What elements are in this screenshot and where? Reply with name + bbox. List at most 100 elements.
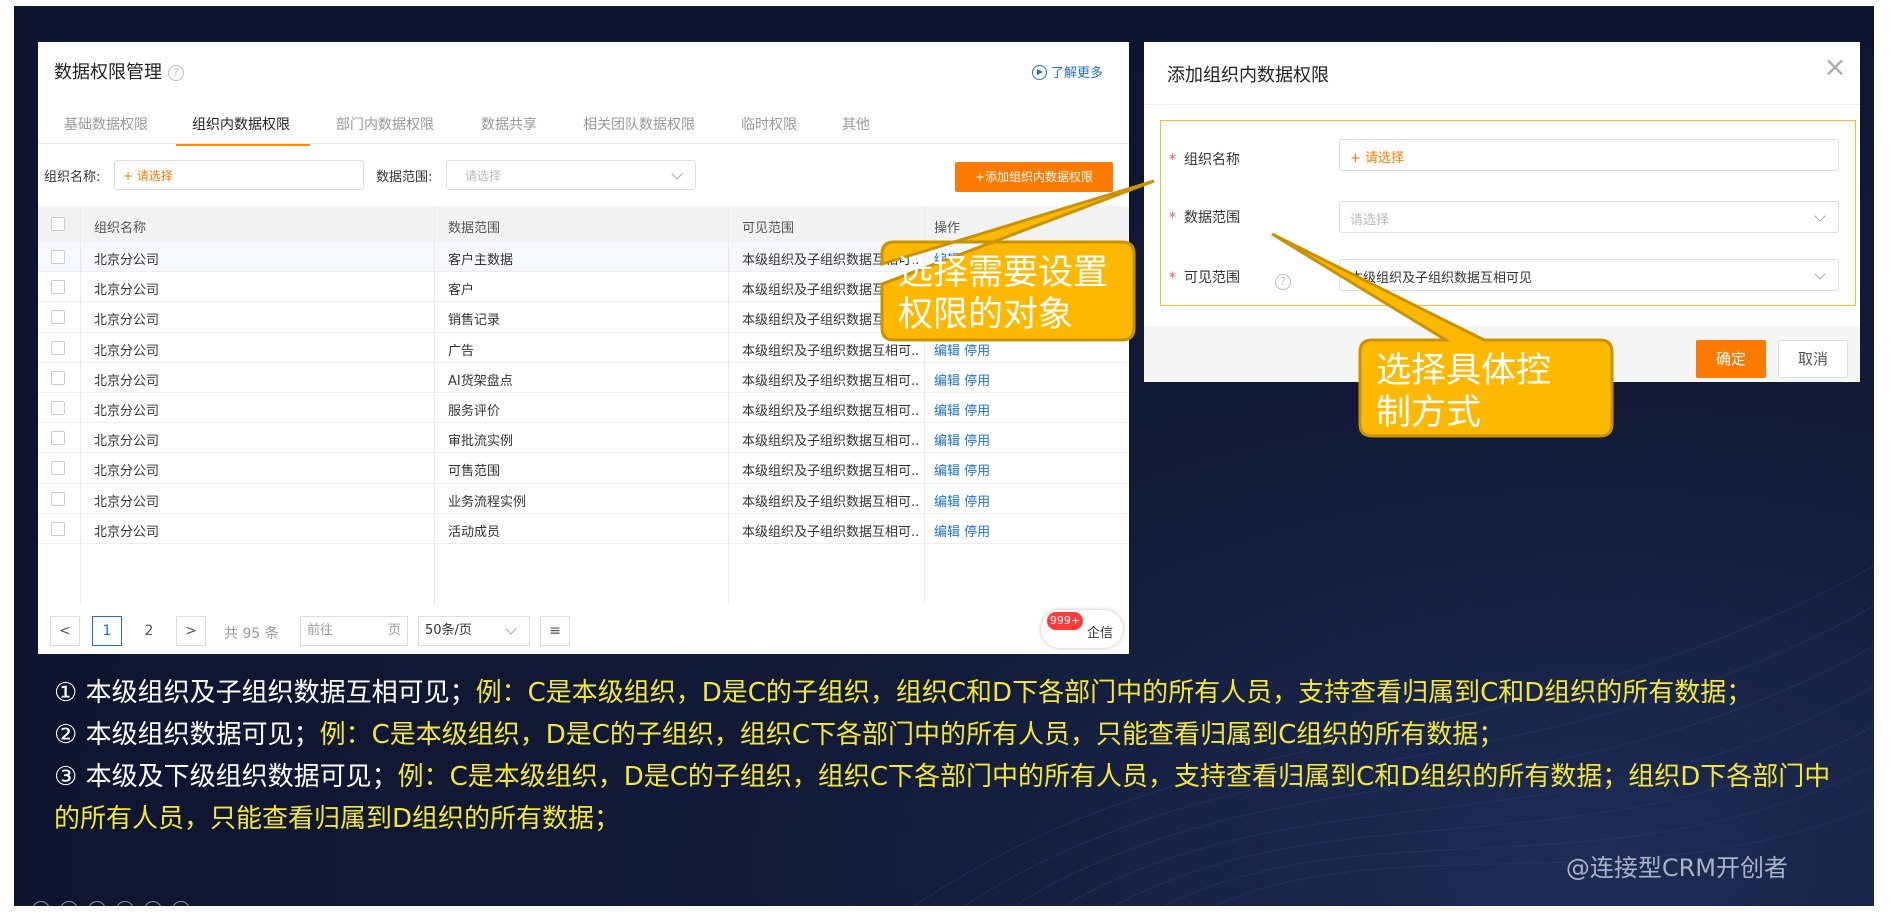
callout-select-control: 选择具体控 制方式 <box>1376 351 1552 433</box>
chevron-down-icon <box>505 623 517 635</box>
chevron-down-icon <box>1814 268 1826 280</box>
close-icon[interactable]: × <box>1820 52 1850 82</box>
next-page-button[interactable]: > <box>176 616 206 646</box>
column-divider <box>434 206 435 604</box>
row-actions-edit-disable[interactable]: 编辑 停用 <box>934 491 990 510</box>
row-checkbox[interactable] <box>51 280 65 295</box>
row-actions-edit-disable[interactable]: 编辑 停用 <box>934 430 990 449</box>
qixin-label: 企信 <box>1087 626 1114 641</box>
data-permission-panel: 数据权限管理? 了解更多 基础数据权限 组织内数据权限 部门内数据权限 数据共享… <box>38 42 1129 654</box>
list-view-icon[interactable]: ≡ <box>540 616 570 646</box>
select-all-checkbox[interactable] <box>51 217 65 231</box>
total-count: 共 95 条 <box>224 626 279 642</box>
cell-visible: 本级组织及子组织数据互相可... <box>742 404 920 419</box>
cell-range: 客户 <box>448 283 475 299</box>
org-name-select[interactable]: + 请选择 <box>1339 139 1839 171</box>
tab-other[interactable]: 其他 <box>842 114 870 134</box>
tab-team-data[interactable]: 相关团队数据权限 <box>583 114 695 134</box>
cell-range: 服务评价 <box>448 404 501 419</box>
play-icon <box>1031 65 1047 80</box>
row-checkbox[interactable] <box>51 401 65 415</box>
tab-basic-data[interactable]: 基础数据权限 <box>64 114 148 134</box>
cell-visible: 本级组织及子组织数据互相可... <box>742 283 920 299</box>
cell-org: 北京分公司 <box>94 524 160 540</box>
slide-nav-dots <box>32 901 200 906</box>
column-header-org: 组织名称 <box>94 221 147 236</box>
row-actions-edit-disable[interactable]: 编辑 停用 <box>934 460 990 479</box>
cell-org: 北京分公司 <box>94 434 160 450</box>
chevron-down-icon <box>671 168 683 180</box>
table-row[interactable]: 北京分公司 服务评价 本级组织及子组织数据互相可... 编辑 停用 <box>38 393 1129 424</box>
row-checkbox[interactable] <box>51 370 65 385</box>
slide-dot[interactable] <box>60 901 78 906</box>
unread-badge: 999+ <box>1047 612 1083 630</box>
table-row[interactable]: 北京分公司 业务流程实例 本级组织及子组织数据互相可... 编辑 停用 <box>38 484 1129 514</box>
row-actions-edit-disable[interactable]: 编辑 停用 <box>934 521 990 540</box>
learn-more-link[interactable]: 了解更多 <box>1031 62 1103 81</box>
row-checkbox[interactable] <box>51 310 65 325</box>
row-checkbox[interactable] <box>51 521 65 536</box>
row-checkbox[interactable] <box>51 461 65 476</box>
slide-dot[interactable] <box>116 901 134 906</box>
cell-visible: 本级组织及子组织数据互相可... <box>742 494 920 510</box>
note-item: ② 本级组织数据可见；例：C是本级组织，D是C的子组织，组织C下各部门中的所有人… <box>54 720 1505 750</box>
pagination: < 1 2 > 共 95 条 前往 页 50条/页 ≡ <box>38 610 1129 654</box>
help-icon[interactable]: ? <box>1275 274 1291 290</box>
tab-data-share[interactable]: 数据共享 <box>481 114 537 134</box>
dialog-divider <box>1144 104 1860 105</box>
callout-select-object: 选择需要设置 权限的对象 <box>898 253 1109 335</box>
slide-dot[interactable] <box>32 901 50 906</box>
page-title: 数据权限管理? <box>54 58 184 84</box>
row-actions-edit-disable[interactable]: 编辑 停用 <box>934 400 990 419</box>
data-range-select[interactable]: 请选择 <box>1339 201 1839 233</box>
dialog-form: * 组织名称 + 请选择 * 数据范围 请选择 * 可见范围 ? 本级组织及子组织数据… <box>1160 120 1856 306</box>
table-row[interactable]: 北京分公司 可售范围 本级组织及子组织数据互相可... 编辑 停用 <box>38 453 1129 484</box>
row-actions-edit-disable[interactable]: 编辑 停用 <box>934 370 990 389</box>
add-org-permission-button[interactable]: +添加组织内数据权限 <box>955 162 1113 192</box>
page-1-button[interactable]: 1 <box>92 616 122 646</box>
column-header-range: 数据范围 <box>448 221 501 236</box>
page-2-button[interactable]: 2 <box>134 616 164 646</box>
tab-dept-data[interactable]: 部门内数据权限 <box>336 114 434 134</box>
column-header-visible: 可见范围 <box>742 221 795 236</box>
table-row[interactable]: 北京分公司 AI货架盘点 本级组织及子组织数据互相可... 编辑 停用 <box>38 363 1129 393</box>
page-size-select[interactable]: 50条/页 <box>418 616 530 646</box>
learn-more-label: 了解更多 <box>1050 66 1103 81</box>
field-label-visible: * 可见范围 <box>1169 270 1240 286</box>
org-filter-select[interactable]: + 请选择 <box>114 160 364 190</box>
slide-dot[interactable] <box>144 901 162 906</box>
visible-range-select[interactable]: 本级组织及子组织数据互相可见 <box>1339 259 1839 291</box>
cell-range: 活动成员 <box>448 524 501 540</box>
cell-range: 广告 <box>448 343 475 359</box>
row-checkbox[interactable] <box>51 340 65 355</box>
cell-range: AI货架盘点 <box>448 373 513 389</box>
cell-org: 北京分公司 <box>94 283 160 299</box>
goto-page-input[interactable]: 前往 页 <box>300 616 408 646</box>
row-actions-edit-disable[interactable]: 编辑 停用 <box>934 340 990 359</box>
panel-header: 数据权限管理? 了解更多 <box>38 42 1129 96</box>
tab-temp-permission[interactable]: 临时权限 <box>741 114 797 134</box>
slide-dot[interactable] <box>88 901 106 906</box>
row-checkbox[interactable] <box>51 491 65 506</box>
confirm-button[interactable]: 确定 <box>1696 340 1766 378</box>
table-row[interactable]: 北京分公司 活动成员 本级组织及子组织数据互相可... 编辑 停用 <box>38 514 1129 544</box>
field-label-range: * 数据范围 <box>1169 210 1240 226</box>
permission-tabs: 基础数据权限 组织内数据权限 部门内数据权限 数据共享 相关团队数据权限 临时权… <box>38 104 1129 146</box>
filter-row: 组织名称: + 请选择 数据范围: 请选择 +添加组织内数据权限 <box>38 158 1129 192</box>
row-checkbox[interactable] <box>51 250 65 264</box>
cancel-button[interactable]: 取消 <box>1778 340 1848 378</box>
tab-org-data[interactable]: 组织内数据权限 <box>176 114 310 146</box>
prev-page-button[interactable]: < <box>50 616 80 646</box>
slide-dot[interactable] <box>172 901 190 906</box>
help-icon[interactable]: ? <box>168 65 184 81</box>
cell-visible: 本级组织及子组织数据互相可... <box>742 434 920 450</box>
range-filter-select[interactable]: 请选择 <box>446 160 696 190</box>
column-divider <box>80 206 81 604</box>
table-row[interactable]: 北京分公司 广告 本级组织及子组织数据互相可... 编辑 停用 <box>38 333 1129 363</box>
table-header: 组织名称 数据范围 可见范围 操作 <box>38 206 1129 242</box>
row-checkbox[interactable] <box>51 431 65 446</box>
cell-org: 北京分公司 <box>94 404 160 419</box>
qixin-chat-button[interactable]: 999+ 企信 <box>1041 610 1123 648</box>
table-row[interactable]: 北京分公司 审批流实例 本级组织及子组织数据互相可... 编辑 停用 <box>38 423 1129 454</box>
field-label-org: * 组织名称 <box>1169 152 1240 168</box>
